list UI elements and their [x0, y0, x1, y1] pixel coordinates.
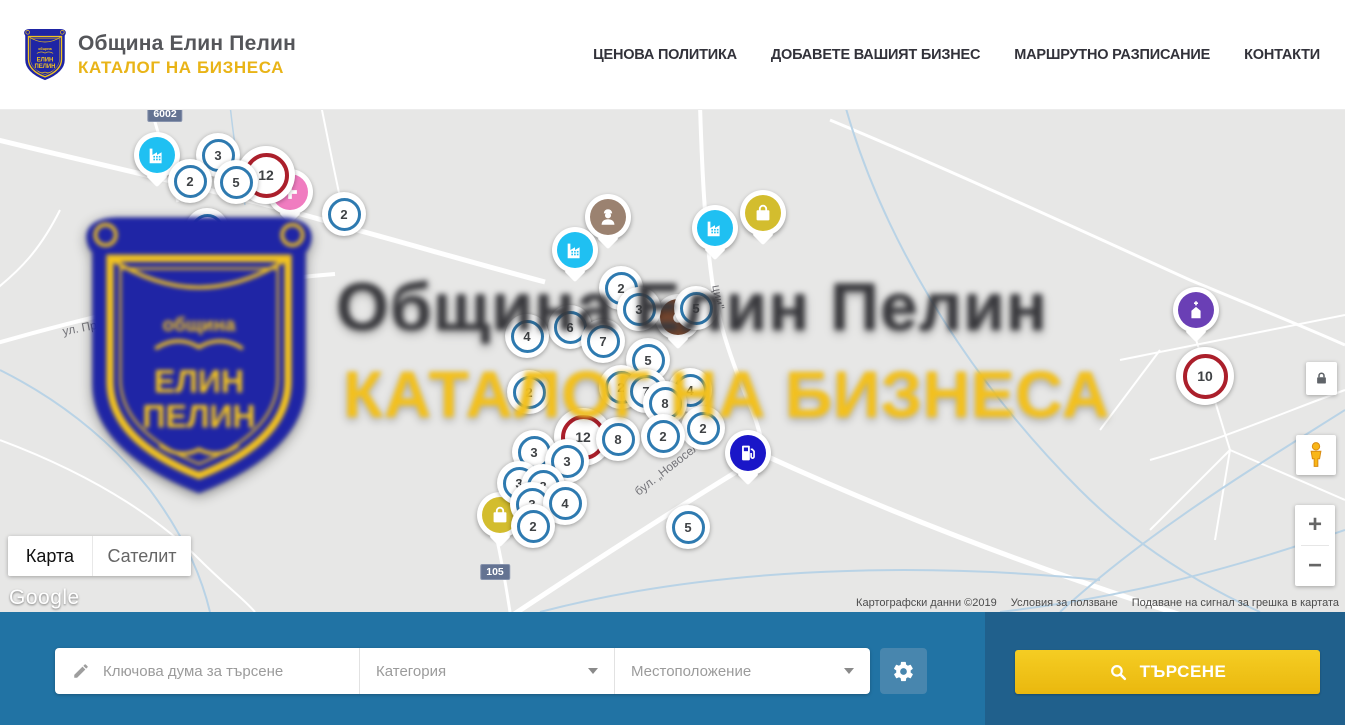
gear-icon: [892, 660, 915, 683]
cluster-count: 2: [517, 510, 550, 543]
zoom-in-button[interactable]: +: [1295, 505, 1335, 545]
brand-title: Община Елин Пелин: [78, 32, 296, 56]
cluster-count: 5: [220, 166, 253, 199]
cluster-count: 2: [191, 214, 224, 247]
lock-icon: [1314, 370, 1329, 387]
map-pin-church[interactable]: [1173, 287, 1219, 333]
brand[interactable]: Община Елин Пелин КАТАЛОГ НА БИЗНЕСА: [22, 25, 296, 85]
map-cluster-marker[interactable]: 2: [507, 370, 551, 414]
main-nav: ЦЕНОВА ПОЛИТИКА ДОБАВЕТЕ ВАШИЯТ БИЗНЕС М…: [593, 47, 1320, 63]
map-cluster-marker[interactable]: 2: [185, 208, 229, 252]
map-type-map-button[interactable]: Карта: [8, 536, 92, 576]
road-badge: 105: [480, 564, 510, 580]
category-select[interactable]: Категория: [359, 648, 614, 694]
advanced-search-settings-button[interactable]: [880, 648, 927, 694]
factory-icon: [139, 137, 175, 173]
map-cluster-marker[interactable]: 2: [511, 504, 555, 548]
cluster-count: 3: [623, 293, 656, 326]
pegman-button[interactable]: [1296, 435, 1336, 475]
factory-icon: [697, 210, 733, 246]
attribution-terms-link[interactable]: Условия за ползване: [1011, 597, 1118, 609]
location-select-value: Местоположение: [631, 663, 751, 680]
cluster-count: 7: [587, 325, 620, 358]
cluster-count: 2: [687, 412, 720, 445]
map-cluster-marker[interactable]: 2: [681, 406, 725, 450]
site-header: Община Елин Пелин КАТАЛОГ НА БИЗНЕСА ЦЕН…: [0, 0, 1345, 110]
google-logo[interactable]: Google: [9, 586, 80, 610]
pegman-icon: [1303, 440, 1329, 470]
cluster-count: 5: [680, 292, 713, 325]
map-pin-worker[interactable]: [585, 194, 631, 240]
search-fields: Категория Местоположение: [55, 648, 870, 694]
map-cluster-marker[interactable]: 2: [168, 159, 212, 203]
nav-contacts[interactable]: КОНТАКТИ: [1244, 47, 1320, 63]
cluster-count: 2: [174, 165, 207, 198]
cluster-count: 2: [647, 420, 680, 453]
attribution-copyright: Картографски данни ©2019: [856, 597, 997, 609]
cluster-count: 4: [511, 320, 544, 353]
worker-icon: [590, 199, 626, 235]
map-cluster-marker[interactable]: 10: [1176, 347, 1234, 405]
map-cluster-marker[interactable]: 7: [581, 319, 625, 363]
cluster-count: 2: [328, 198, 361, 231]
map-pin-factory[interactable]: [692, 205, 738, 251]
fuel-pump-icon: [730, 435, 766, 471]
cluster-count: 4: [549, 487, 582, 520]
map-canvas[interactable]: 6002105ул. Преславбул. „Новоселции" 3212…: [0, 110, 1345, 612]
zoom-out-button[interactable]: −: [1295, 546, 1335, 586]
map-cluster-marker[interactable]: 2: [322, 192, 366, 236]
zoom-control: + −: [1295, 505, 1335, 586]
church-icon: [1178, 292, 1214, 328]
cluster-count: 5: [672, 511, 705, 544]
map-attribution: Картографски данни ©2019 Условия за полз…: [856, 597, 1339, 609]
keyword-field: [55, 648, 359, 694]
nav-add-your-business[interactable]: ДОБАВЕТЕ ВАШИЯТ БИЗНЕС: [771, 47, 980, 63]
page: Община Елин Пелин КАТАЛОГ НА БИЗНЕСА ЦЕН…: [0, 0, 1345, 725]
map-cluster-marker[interactable]: 3: [617, 287, 661, 331]
attribution-report-error-link[interactable]: Подаване на сигнал за грешка в картата: [1132, 597, 1339, 609]
shopping-bag-icon: [745, 195, 781, 231]
search-icon: [1109, 663, 1128, 682]
location-select[interactable]: Местоположение: [614, 648, 870, 694]
factory-icon: [557, 232, 593, 268]
category-select-value: Категория: [376, 663, 446, 680]
search-bar: Категория Местоположение ТЪРСЕНЕ: [0, 612, 1345, 725]
cluster-count: 8: [602, 423, 635, 456]
cluster-count: 2: [513, 376, 546, 409]
brand-text: Община Елин Пелин КАТАЛОГ НА БИЗНЕСА: [78, 32, 296, 78]
map-pin-fuel-pump[interactable]: [725, 430, 771, 476]
municipality-emblem-logo: [22, 25, 68, 85]
search-button[interactable]: ТЪРСЕНЕ: [1015, 650, 1320, 694]
map-type-satellite-button[interactable]: Сателит: [92, 536, 191, 576]
map-cluster-marker[interactable]: 5: [674, 286, 718, 330]
map-cluster-marker[interactable]: 5: [666, 505, 710, 549]
street-view-lock-button[interactable]: [1306, 362, 1337, 395]
cluster-count: 10: [1183, 354, 1228, 399]
pencil-icon: [72, 662, 90, 680]
map-cluster-marker[interactable]: 5: [214, 160, 258, 204]
map-pin-shopping-bag[interactable]: [740, 190, 786, 236]
map-cluster-marker[interactable]: 2: [641, 414, 685, 458]
nav-route-schedule[interactable]: МАРШРУТНО РАЗПИСАНИЕ: [1014, 47, 1210, 63]
map-cluster-marker[interactable]: 4: [505, 314, 549, 358]
search-button-label: ТЪРСЕНЕ: [1140, 662, 1227, 682]
chevron-down-icon: [844, 668, 854, 674]
map-type-control: Карта Сателит: [8, 536, 191, 576]
chevron-down-icon: [588, 668, 598, 674]
nav-pricing-policy[interactable]: ЦЕНОВА ПОЛИТИКА: [593, 47, 737, 63]
road-badge: 6002: [147, 110, 182, 122]
map-pin-factory[interactable]: [552, 227, 598, 273]
map-cluster-marker[interactable]: 8: [596, 417, 640, 461]
keyword-search-input[interactable]: [103, 663, 333, 680]
brand-subtitle: КАТАЛОГ НА БИЗНЕСА: [78, 58, 296, 78]
